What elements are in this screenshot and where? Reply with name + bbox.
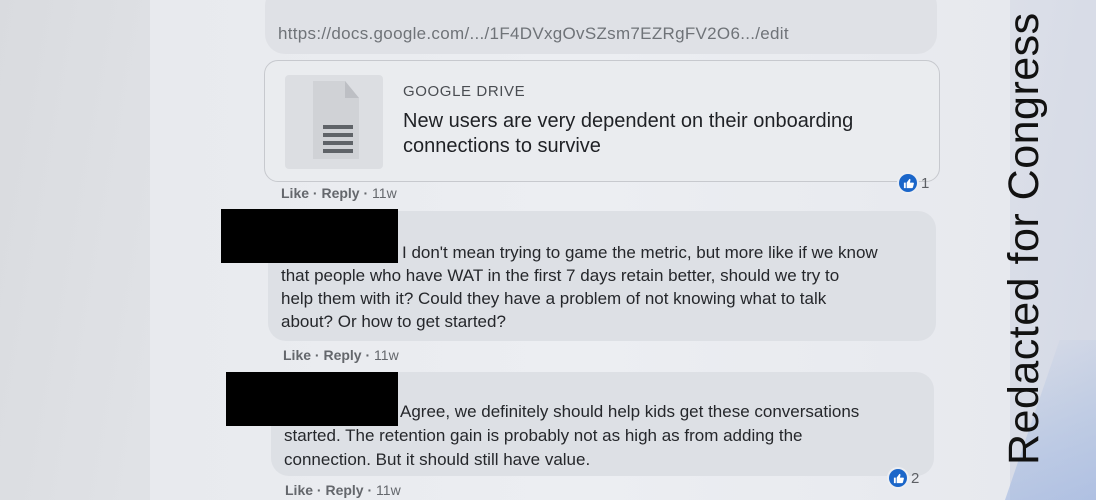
comment-actions: Like · Reply · 11w — [285, 482, 401, 498]
comment-text-line: that people who have WAT in the first 7 … — [281, 266, 840, 285]
like-button[interactable]: Like — [285, 482, 313, 498]
timestamp[interactable]: 11w — [372, 185, 397, 201]
timestamp[interactable]: 11w — [376, 482, 401, 498]
comment-text-line: Agree, we definitely should help kids ge… — [400, 402, 860, 421]
link-title[interactable]: New users are very dependent on their on… — [403, 109, 903, 159]
like-button[interactable]: Like — [283, 347, 311, 363]
reply-button[interactable]: Reply — [325, 482, 363, 498]
comment-actions: Like · Reply · 11w — [283, 347, 399, 363]
separator: · — [363, 185, 373, 201]
reaction-count: 2 — [911, 469, 920, 487]
document-line — [323, 149, 353, 153]
reply-button[interactable]: Reply — [323, 347, 361, 363]
thumbs-up-icon — [889, 469, 907, 487]
timestamp[interactable]: 11w — [374, 347, 399, 363]
comment-text-line: I don't mean trying to game the metric, … — [402, 243, 878, 262]
like-button[interactable]: Like — [281, 185, 309, 201]
document-thumbnail — [285, 75, 383, 169]
comment-text-line: about? Or how to get started? — [281, 312, 506, 331]
redacted-author-name — [221, 209, 398, 263]
separator: · — [367, 482, 377, 498]
redacted-author-name — [226, 372, 398, 426]
link-source: GOOGLE DRIVE — [403, 83, 526, 100]
reply-button[interactable]: Reply — [321, 185, 359, 201]
separator: · — [365, 347, 375, 363]
link-preview-card[interactable]: GOOGLE DRIVE New users are very dependen… — [264, 60, 940, 182]
comment-actions: Like · Reply · 11w — [281, 185, 397, 201]
comment-text-line: started. The retention gain is probably … — [284, 426, 803, 445]
redaction-watermark: Redacted for Congress — [1000, 12, 1048, 465]
document-line — [323, 125, 353, 129]
comment-text-line: help them with it? Could they have a pro… — [281, 289, 827, 308]
reaction-summary[interactable]: 1 — [899, 174, 929, 192]
document-line — [323, 133, 353, 137]
reaction-summary[interactable]: 2 — [889, 469, 919, 487]
comment-text-line: connection. But it should still have val… — [284, 450, 591, 469]
shared-link[interactable]: https://docs.google.com/.../1F4DVxgOvSZs… — [278, 24, 789, 44]
thumbs-up-icon — [899, 174, 917, 192]
reaction-count: 1 — [921, 174, 930, 192]
document-line — [323, 141, 353, 145]
